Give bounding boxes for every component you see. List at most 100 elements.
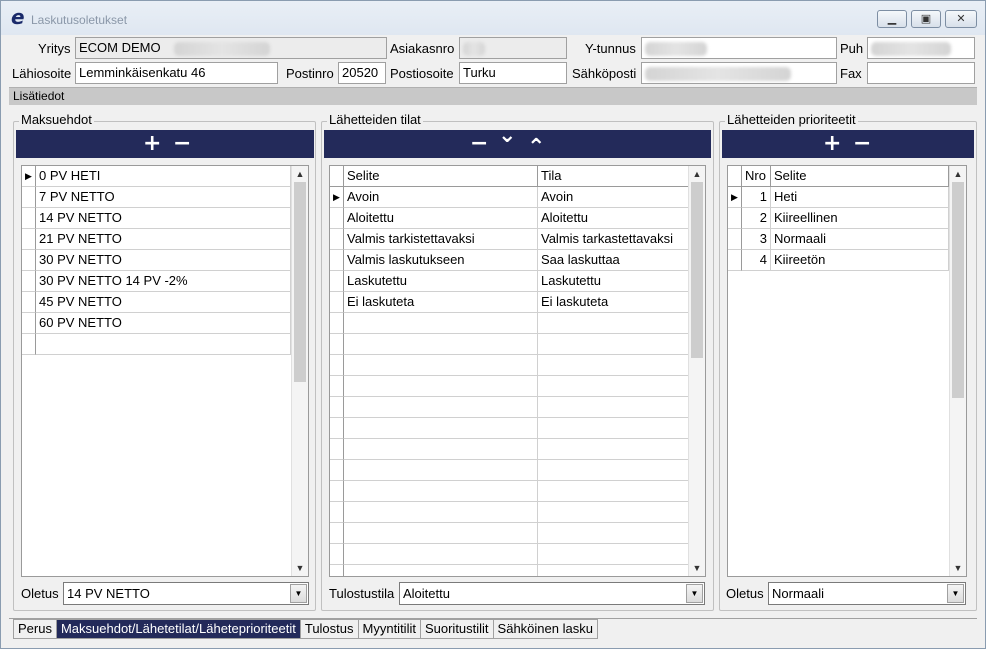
row-selector[interactable] — [330, 292, 344, 313]
row-selector[interactable] — [330, 229, 344, 250]
row-selector[interactable] — [330, 397, 344, 418]
lahiosoite-field[interactable]: Lemminkäisenkatu 46 — [75, 62, 278, 84]
list-item[interactable]: 7 PV NETTO — [36, 187, 291, 208]
row-selector[interactable] — [22, 271, 36, 292]
list-item[interactable]: 21 PV NETTO — [36, 229, 291, 250]
column-header-nro[interactable]: Nro — [742, 166, 771, 187]
table-cell-selite[interactable]: Heti — [771, 187, 949, 208]
table-cell-selite[interactable]: Laskutettu — [344, 271, 538, 292]
table-cell-tila[interactable] — [538, 334, 689, 355]
tab-5[interactable]: Sähköinen lasku — [493, 619, 598, 639]
table-cell-tila[interactable] — [538, 523, 689, 544]
table-cell-tila[interactable] — [538, 460, 689, 481]
list-item[interactable] — [36, 334, 291, 355]
row-selector[interactable] — [728, 208, 742, 229]
table-cell-nro[interactable]: 1 — [742, 187, 771, 208]
table-cell-selite[interactable] — [344, 544, 538, 565]
row-selector[interactable] — [330, 313, 344, 334]
table-cell-tila[interactable] — [538, 481, 689, 502]
table-cell-tila[interactable] — [538, 397, 689, 418]
tab-4[interactable]: Suoritustilit — [420, 619, 494, 639]
table-cell-tila[interactable] — [538, 355, 689, 376]
prioriteetit-default-select[interactable]: Normaali ▼ — [768, 582, 966, 605]
table-cell-selite[interactable] — [344, 334, 538, 355]
table-cell-selite[interactable] — [344, 565, 538, 576]
row-selector[interactable]: ▶ — [728, 187, 742, 208]
table-cell-selite[interactable] — [344, 502, 538, 523]
table-cell-tila[interactable] — [538, 565, 689, 576]
list-item[interactable]: 0 PV HETI — [36, 166, 291, 187]
row-selector[interactable] — [22, 187, 36, 208]
dropdown-arrow-icon[interactable]: ▼ — [686, 584, 703, 603]
dropdown-arrow-icon[interactable]: ▼ — [947, 584, 964, 603]
add-icon[interactable]: + — [823, 132, 841, 156]
ytunnus-field[interactable] — [641, 37, 837, 59]
row-selector[interactable] — [330, 208, 344, 229]
table-cell-tila[interactable] — [538, 376, 689, 397]
row-selector[interactable] — [330, 502, 344, 523]
table-cell-selite[interactable] — [344, 376, 538, 397]
row-selector[interactable] — [330, 460, 344, 481]
table-cell-tila[interactable] — [538, 418, 689, 439]
table-cell-nro[interactable]: 3 — [742, 229, 771, 250]
asiakasnro-field[interactable] — [459, 37, 567, 59]
tab-1[interactable]: Maksuehdot/Lähetetilat/Läheteprioriteeti… — [56, 619, 301, 639]
table-cell-selite[interactable]: Ei laskuteta — [344, 292, 538, 313]
table-cell-selite[interactable] — [344, 439, 538, 460]
table-cell-tila[interactable]: Laskutettu — [538, 271, 689, 292]
table-cell-selite[interactable] — [344, 355, 538, 376]
row-selector[interactable]: ▶ — [22, 166, 36, 187]
row-selector[interactable] — [22, 292, 36, 313]
maksuehdot-default-select[interactable]: 14 PV NETTO ▼ — [63, 582, 309, 605]
row-selector[interactable]: ▶ — [330, 187, 344, 208]
row-selector[interactable] — [22, 334, 36, 355]
table-cell-selite[interactable] — [344, 418, 538, 439]
table-cell-selite[interactable]: Kiireellinen — [771, 208, 949, 229]
column-header-selite[interactable]: Selite — [771, 166, 949, 187]
table-cell-nro[interactable]: 4 — [742, 250, 771, 271]
row-selector[interactable] — [330, 565, 344, 576]
column-header-tila[interactable]: Tila — [538, 166, 689, 187]
table-cell-selite[interactable]: Aloitettu — [344, 208, 538, 229]
table-cell-selite[interactable]: Valmis tarkistettavaksi — [344, 229, 538, 250]
scroll-up-icon[interactable]: ▲ — [689, 166, 705, 182]
row-selector[interactable] — [330, 544, 344, 565]
table-cell-tila[interactable]: Valmis tarkastettavaksi — [538, 229, 689, 250]
postinro-field[interactable]: 20520 — [338, 62, 386, 84]
table-cell-selite[interactable]: Kiireetön — [771, 250, 949, 271]
close-button[interactable]: ✕ — [945, 10, 977, 28]
column-header-selite[interactable]: Selite — [344, 166, 538, 187]
tab-0[interactable]: Perus — [13, 619, 57, 639]
add-icon[interactable]: + — [143, 132, 161, 156]
table-cell-selite[interactable] — [344, 313, 538, 334]
yritys-field[interactable]: ECOM DEMO — [75, 37, 387, 59]
table-cell-tila[interactable]: Saa laskuttaa — [538, 250, 689, 271]
table-cell-tila[interactable]: Aloitettu — [538, 208, 689, 229]
move-down-icon[interactable]: ⌄ — [498, 124, 516, 148]
scroll-thumb[interactable] — [691, 182, 703, 358]
remove-icon[interactable]: − — [853, 132, 871, 156]
scroll-up-icon[interactable]: ▲ — [292, 166, 308, 182]
scroll-thumb[interactable] — [294, 182, 306, 382]
fax-field[interactable] — [867, 62, 975, 84]
row-selector[interactable] — [22, 208, 36, 229]
remove-icon[interactable]: − — [470, 132, 488, 156]
scroll-down-icon[interactable]: ▼ — [950, 560, 966, 576]
row-selector[interactable] — [330, 418, 344, 439]
row-selector[interactable] — [330, 355, 344, 376]
list-item[interactable]: 60 PV NETTO — [36, 313, 291, 334]
prioriteetit-scrollbar[interactable]: ▲ ▼ — [949, 166, 966, 576]
remove-icon[interactable]: − — [173, 132, 191, 156]
row-selector[interactable] — [22, 229, 36, 250]
move-up-icon[interactable]: ⌃ — [527, 136, 545, 160]
tilat-scrollbar[interactable]: ▲ ▼ — [688, 166, 705, 576]
puh-field[interactable] — [867, 37, 975, 59]
table-cell-selite[interactable] — [344, 481, 538, 502]
table-cell-selite[interactable]: Normaali — [771, 229, 949, 250]
table-cell-tila[interactable] — [538, 544, 689, 565]
row-selector[interactable] — [330, 481, 344, 502]
table-cell-tila[interactable] — [538, 502, 689, 523]
row-selector[interactable] — [330, 334, 344, 355]
table-cell-tila[interactable]: Avoin — [538, 187, 689, 208]
table-cell-selite[interactable] — [344, 460, 538, 481]
